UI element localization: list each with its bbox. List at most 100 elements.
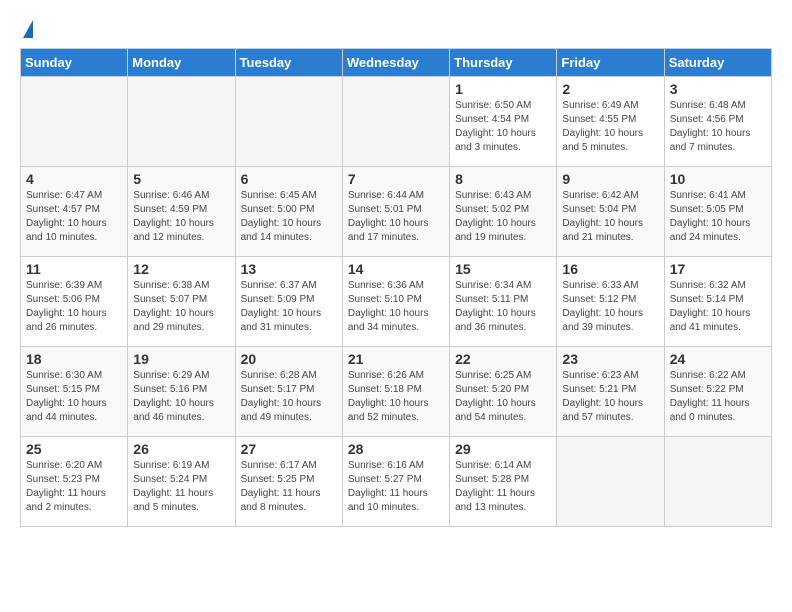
day-number: 21 [348,351,444,367]
day-number: 13 [241,261,337,277]
day-number: 1 [455,81,551,97]
calendar-week-row: 4 Sunrise: 6:47 AMSunset: 4:57 PMDaylight… [21,167,772,257]
day-info: Sunrise: 6:46 AMSunset: 4:59 PMDaylight:… [133,189,229,245]
weekday-header-saturday: Saturday [664,49,771,77]
day-number: 17 [670,261,766,277]
calendar-cell: 21 Sunrise: 6:26 AMSunset: 5:18 PMDayligh… [342,347,449,437]
day-number: 11 [26,261,122,277]
weekday-header-monday: Monday [128,49,235,77]
calendar-cell [342,77,449,167]
calendar-cell: 4 Sunrise: 6:47 AMSunset: 4:57 PMDaylight… [21,167,128,257]
calendar-cell: 10 Sunrise: 6:41 AMSunset: 5:05 PMDayligh… [664,167,771,257]
day-info: Sunrise: 6:25 AMSunset: 5:20 PMDaylight:… [455,369,551,425]
calendar-cell: 27 Sunrise: 6:17 AMSunset: 5:25 PMDayligh… [235,437,342,527]
calendar-cell: 1 Sunrise: 6:50 AMSunset: 4:54 PMDaylight… [450,77,557,167]
day-info: Sunrise: 6:17 AMSunset: 5:25 PMDaylight:… [241,459,337,515]
day-info: Sunrise: 6:43 AMSunset: 5:02 PMDaylight:… [455,189,551,245]
weekday-header-tuesday: Tuesday [235,49,342,77]
calendar-cell: 3Sunrise: 6:48 AMSunset: 4:56 PMDaylight… [664,77,771,167]
day-info: Sunrise: 6:19 AMSunset: 5:24 PMDaylight:… [133,459,229,515]
calendar-cell: 25 Sunrise: 6:20 AMSunset: 5:23 PMDayligh… [21,437,128,527]
calendar-week-row: 1 Sunrise: 6:50 AMSunset: 4:54 PMDaylight… [21,77,772,167]
day-info: Sunrise: 6:26 AMSunset: 5:18 PMDaylight:… [348,369,444,425]
calendar-cell [235,77,342,167]
calendar-cell: 13 Sunrise: 6:37 AMSunset: 5:09 PMDayligh… [235,257,342,347]
day-info: Sunrise: 6:34 AMSunset: 5:11 PMDaylight:… [455,279,551,335]
weekday-header-wednesday: Wednesday [342,49,449,77]
day-number: 8 [455,171,551,187]
day-number: 2 [562,81,658,97]
day-number: 29 [455,441,551,457]
day-number: 15 [455,261,551,277]
logo [20,20,33,38]
calendar-cell: 2 Sunrise: 6:49 AMSunset: 4:55 PMDaylight… [557,77,664,167]
day-number: 20 [241,351,337,367]
calendar-cell: 29 Sunrise: 6:14 AMSunset: 5:28 PMDayligh… [450,437,557,527]
day-info: Sunrise: 6:20 AMSunset: 5:23 PMDaylight:… [26,459,122,515]
calendar-cell: 18 Sunrise: 6:30 AMSunset: 5:15 PMDayligh… [21,347,128,437]
day-number: 28 [348,441,444,457]
calendar-cell: 16Sunrise: 6:33 AMSunset: 5:12 PMDayligh… [557,257,664,347]
day-number: 14 [348,261,444,277]
day-info: Sunrise: 6:23 AMSunset: 5:21 PMDaylight:… [562,369,658,425]
page-header [20,20,772,38]
calendar-cell [21,77,128,167]
calendar-week-row: 11 Sunrise: 6:39 AMSunset: 5:06 PMDayligh… [21,257,772,347]
day-info: Sunrise: 6:45 AMSunset: 5:00 PMDaylight:… [241,189,337,245]
day-number: 27 [241,441,337,457]
calendar-cell: 7Sunrise: 6:44 AMSunset: 5:01 PMDaylight… [342,167,449,257]
day-info: Sunrise: 6:42 AMSunset: 5:04 PMDaylight:… [562,189,658,245]
day-info: Sunrise: 6:14 AMSunset: 5:28 PMDaylight:… [455,459,551,515]
day-info: Sunrise: 6:22 AMSunset: 5:22 PMDaylight:… [670,369,766,425]
day-info: Sunrise: 6:36 AMSunset: 5:10 PMDaylight:… [348,279,444,335]
day-info: Sunrise: 6:39 AMSunset: 5:06 PMDaylight:… [26,279,122,335]
calendar-cell: 15 Sunrise: 6:34 AMSunset: 5:11 PMDayligh… [450,257,557,347]
day-info: Sunrise: 6:47 AMSunset: 4:57 PMDaylight:… [26,189,122,245]
calendar-table: SundayMondayTuesdayWednesdayThursdayFrid… [20,48,772,527]
day-number: 12 [133,261,229,277]
day-number: 18 [26,351,122,367]
weekday-header-thursday: Thursday [450,49,557,77]
calendar-cell: 14 Sunrise: 6:36 AMSunset: 5:10 PMDayligh… [342,257,449,347]
weekday-header-sunday: Sunday [21,49,128,77]
calendar-cell: 17 Sunrise: 6:32 AMSunset: 5:14 PMDayligh… [664,257,771,347]
day-info: Sunrise: 6:38 AMSunset: 5:07 PMDaylight:… [133,279,229,335]
calendar-cell: 26Sunrise: 6:19 AMSunset: 5:24 PMDayligh… [128,437,235,527]
day-number: 23 [562,351,658,367]
day-info: Sunrise: 6:32 AMSunset: 5:14 PMDaylight:… [670,279,766,335]
day-info: Sunrise: 6:16 AMSunset: 5:27 PMDaylight:… [348,459,444,515]
logo-arrow-icon [23,20,33,38]
day-number: 9 [562,171,658,187]
calendar-header-row: SundayMondayTuesdayWednesdayThursdayFrid… [21,49,772,77]
day-number: 10 [670,171,766,187]
calendar-cell: 28 Sunrise: 6:16 AMSunset: 5:27 PMDayligh… [342,437,449,527]
calendar-week-row: 25 Sunrise: 6:20 AMSunset: 5:23 PMDayligh… [21,437,772,527]
day-number: 5 [133,171,229,187]
calendar-week-row: 18 Sunrise: 6:30 AMSunset: 5:15 PMDayligh… [21,347,772,437]
calendar-cell: 5 Sunrise: 6:46 AMSunset: 4:59 PMDaylight… [128,167,235,257]
day-number: 4 [26,171,122,187]
day-info: Sunrise: 6:50 AMSunset: 4:54 PMDaylight:… [455,99,551,155]
calendar-cell [128,77,235,167]
day-number: 7 [348,171,444,187]
day-info: Sunrise: 6:49 AMSunset: 4:55 PMDaylight:… [562,99,658,155]
calendar-cell: 6 Sunrise: 6:45 AMSunset: 5:00 PMDaylight… [235,167,342,257]
day-info: Sunrise: 6:29 AMSunset: 5:16 PMDaylight:… [133,369,229,425]
day-info: Sunrise: 6:30 AMSunset: 5:15 PMDaylight:… [26,369,122,425]
day-number: 16 [562,261,658,277]
calendar-cell [664,437,771,527]
day-info: Sunrise: 6:28 AMSunset: 5:17 PMDaylight:… [241,369,337,425]
weekday-header-friday: Friday [557,49,664,77]
day-number: 24 [670,351,766,367]
calendar-cell: 9 Sunrise: 6:42 AMSunset: 5:04 PMDaylight… [557,167,664,257]
day-info: Sunrise: 6:41 AMSunset: 5:05 PMDaylight:… [670,189,766,245]
day-number: 19 [133,351,229,367]
calendar-cell: 11 Sunrise: 6:39 AMSunset: 5:06 PMDayligh… [21,257,128,347]
calendar-cell: 22Sunrise: 6:25 AMSunset: 5:20 PMDayligh… [450,347,557,437]
calendar-cell [557,437,664,527]
day-number: 6 [241,171,337,187]
calendar-cell: 8 Sunrise: 6:43 AMSunset: 5:02 PMDaylight… [450,167,557,257]
day-number: 25 [26,441,122,457]
calendar-cell: 12 Sunrise: 6:38 AMSunset: 5:07 PMDayligh… [128,257,235,347]
day-info: Sunrise: 6:37 AMSunset: 5:09 PMDaylight:… [241,279,337,335]
